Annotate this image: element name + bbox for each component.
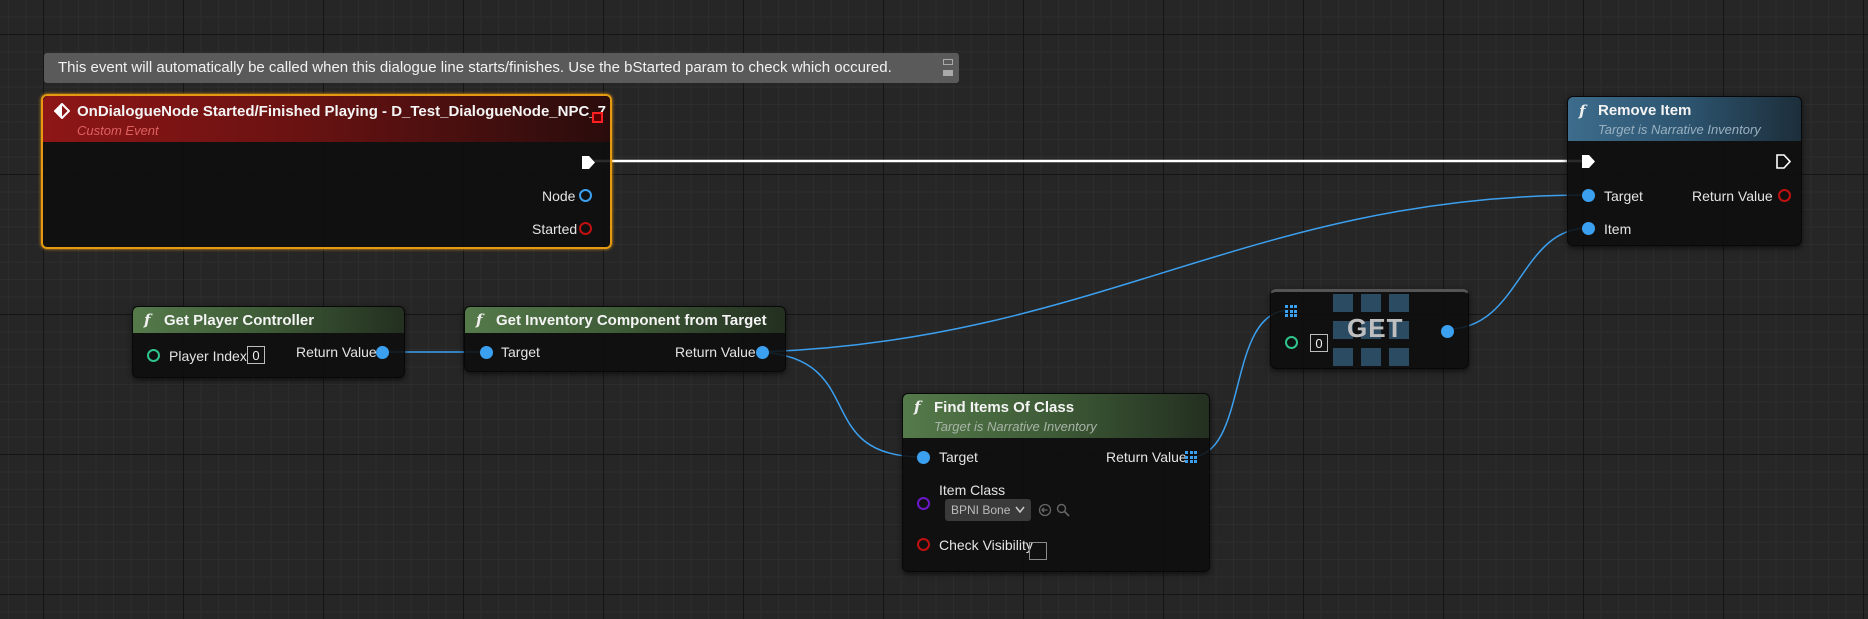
find-items-node[interactable]: f Find Items Of Class Target is Narrativ… — [902, 393, 1210, 572]
array-get-title: GET — [1347, 313, 1404, 343]
event-node-subtitle: Custom Event — [77, 123, 159, 138]
player-index-pin[interactable] — [147, 349, 160, 362]
remove-item-target-label: Target — [1604, 188, 1643, 204]
get-player-controller-return-pin[interactable] — [376, 346, 389, 359]
array-get-index-pin[interactable] — [1285, 336, 1298, 349]
array-get-array-pin[interactable] — [1285, 305, 1297, 317]
event-node[interactable]: OnDialogueNode Started/Finished Playing … — [41, 94, 612, 249]
item-class-dropdown[interactable]: BPNI Bone — [945, 499, 1031, 521]
get-inventory-target-label: Target — [501, 344, 540, 360]
remove-item-exec-out-pin[interactable] — [1776, 154, 1791, 169]
remove-item-return-pin[interactable] — [1778, 189, 1791, 202]
remove-item-title: Remove Item — [1598, 102, 1692, 119]
function-icon: f — [914, 398, 921, 416]
remove-item-exec-in-pin[interactable] — [1581, 154, 1596, 169]
get-player-controller-return-label: Return Value — [296, 344, 377, 360]
remove-item-node[interactable]: f Remove Item Target is Narrative Invent… — [1567, 96, 1802, 246]
array-pin-icon[interactable] — [1185, 451, 1197, 463]
find-items-target-label: Target — [939, 449, 978, 465]
find-items-return-label: Return Value — [1106, 449, 1187, 465]
get-inventory-return-label: Return Value — [675, 344, 756, 360]
remove-item-item-label: Item — [1604, 221, 1632, 237]
check-visibility-label: Check Visibility — [939, 537, 1033, 553]
event-diamond-icon — [54, 103, 70, 119]
get-inventory-return-pin[interactable] — [756, 346, 769, 359]
player-index-label: Player Index — [169, 348, 247, 364]
event-pin-node-label: Node — [542, 188, 576, 204]
chevron-down-icon — [1015, 506, 1025, 514]
comment-bubble[interactable]: This event will automatically be called … — [44, 53, 959, 83]
item-class-pin[interactable] — [917, 497, 930, 510]
get-player-controller-title: Get Player Controller — [164, 312, 315, 329]
remove-item-item-pin[interactable] — [1582, 222, 1595, 235]
event-exec-out-pin[interactable] — [581, 155, 596, 170]
search-icon[interactable] — [1056, 503, 1070, 517]
function-icon: f — [476, 311, 483, 329]
get-inventory-target-pin[interactable] — [480, 346, 493, 359]
get-player-controller-node[interactable]: f Get Player Controller Player Index 0 R… — [132, 306, 405, 378]
item-class-label: Item Class — [939, 482, 1006, 498]
get-inventory-node[interactable]: f Get Inventory Component from Target Ta… — [464, 306, 786, 372]
remove-item-subtitle: Target is Narrative Inventory — [1598, 122, 1761, 137]
event-pin-started-label: Started — [532, 221, 578, 237]
remove-item-return-label: Return Value — [1692, 188, 1773, 204]
wire-inventory-to-find-target — [761, 351, 924, 458]
find-items-target-pin[interactable] — [917, 451, 930, 464]
array-get-output-pin[interactable] — [1441, 325, 1454, 338]
event-node-title: OnDialogueNode Started/Finished Playing … — [77, 103, 606, 120]
player-index-input[interactable]: 0 — [247, 346, 265, 364]
browse-arrow-icon[interactable] — [1038, 503, 1052, 517]
item-class-value: BPNI Bone — [951, 503, 1011, 517]
check-visibility-pin[interactable] — [917, 538, 930, 551]
check-visibility-checkbox[interactable] — [1029, 542, 1047, 560]
function-icon: f — [144, 311, 151, 329]
find-items-title: Find Items Of Class — [934, 399, 1075, 416]
event-node-pin[interactable] — [579, 189, 592, 202]
function-icon: f — [1579, 102, 1586, 120]
event-started-pin[interactable] — [579, 222, 592, 235]
comment-text: This event will automatically be called … — [58, 59, 892, 76]
replicated-icon — [592, 112, 603, 123]
remove-item-target-pin[interactable] — [1582, 189, 1595, 202]
get-inventory-title: Get Inventory Component from Target — [496, 312, 767, 329]
array-get-node[interactable]: GET 0 — [1270, 289, 1469, 369]
comment-pin-icon[interactable] — [943, 57, 953, 79]
array-get-index-input[interactable]: 0 — [1310, 334, 1328, 352]
find-items-subtitle: Target is Narrative Inventory — [934, 419, 1097, 434]
